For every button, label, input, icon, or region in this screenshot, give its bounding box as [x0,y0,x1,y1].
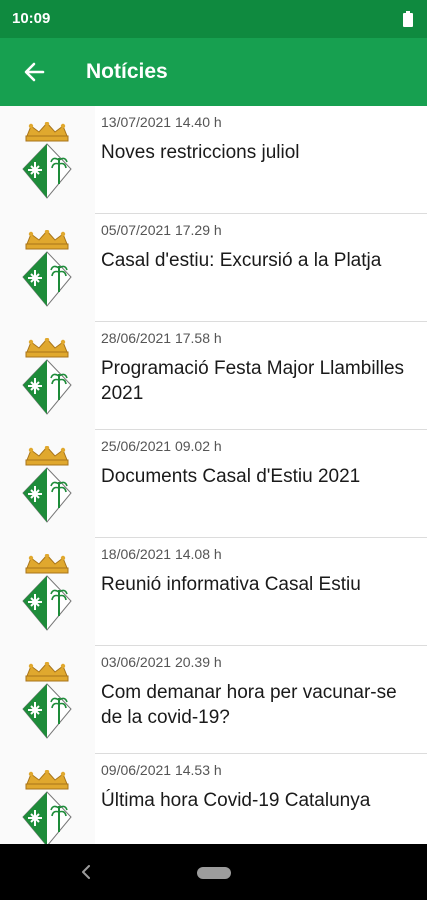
crest-container [0,214,95,322]
news-date: 18/06/2021 14.08 h [101,546,222,562]
news-title: Documents Casal d'Estiu 2021 [101,466,361,487]
page-title: Notícies [86,60,168,83]
news-date: 13/07/2021 14.40 h [101,114,222,130]
news-item[interactable]: 18/06/2021 14.08 h Reunió informativa Ca… [0,538,427,646]
system-nav-bar [0,844,427,900]
news-title: Última hora Covid-19 Catalunya [101,790,371,811]
municipal-crest-icon [22,338,72,415]
news-date: 25/06/2021 09.02 h [101,438,222,454]
crest-container [0,106,95,214]
municipal-crest-icon [22,446,72,523]
news-item[interactable]: 09/06/2021 14.53 h Última hora Covid-19 … [0,754,427,844]
municipal-crest-icon [22,554,72,631]
news-title: Casal d'estiu: Excursió a la Platja [101,250,382,271]
news-item[interactable]: 13/07/2021 14.40 h Noves restriccions ju… [0,106,427,214]
news-date: 09/06/2021 14.53 h [101,762,222,778]
crest-container [0,322,95,430]
news-title: Noves restriccions juliol [101,142,300,163]
news-item[interactable]: 25/06/2021 09.02 h Documents Casal d'Est… [0,430,427,538]
back-button[interactable] [14,52,54,92]
nav-home-pill-icon[interactable] [197,867,231,879]
news-list[interactable]: 13/07/2021 14.40 h Noves restriccions ju… [0,106,427,844]
crest-container [0,430,95,538]
municipal-crest-icon [22,662,72,739]
news-title: Com demanar hora per vacunar-se de la co… [101,682,397,728]
battery-full-icon [403,11,413,27]
status-time: 10:09 [12,10,51,27]
app-bar: Notícies [0,38,427,106]
nav-back-icon [82,865,90,879]
news-title: Programació Festa Major Llambilles 2021 [101,358,405,404]
news-item[interactable]: 05/07/2021 17.29 h Casal d'estiu: Excurs… [0,214,427,322]
arrow-back-icon [24,62,45,82]
news-date: 03/06/2021 20.39 h [101,654,222,670]
municipal-crest-icon [22,770,72,844]
news-item[interactable]: 03/06/2021 20.39 h Com demanar hora per … [0,646,427,754]
crest-container [0,754,95,844]
municipal-crest-icon [22,122,72,199]
crest-container [0,646,95,754]
news-item[interactable]: 28/06/2021 17.58 h Programació Festa Maj… [0,322,427,430]
news-date: 28/06/2021 17.58 h [101,330,222,346]
municipal-crest-icon [22,230,72,307]
crest-container [0,538,95,646]
status-bar: 10:09 [0,0,427,38]
news-date: 05/07/2021 17.29 h [101,222,222,238]
news-title: Reunió informativa Casal Estiu [101,574,361,595]
nav-back-button[interactable] [72,858,102,886]
